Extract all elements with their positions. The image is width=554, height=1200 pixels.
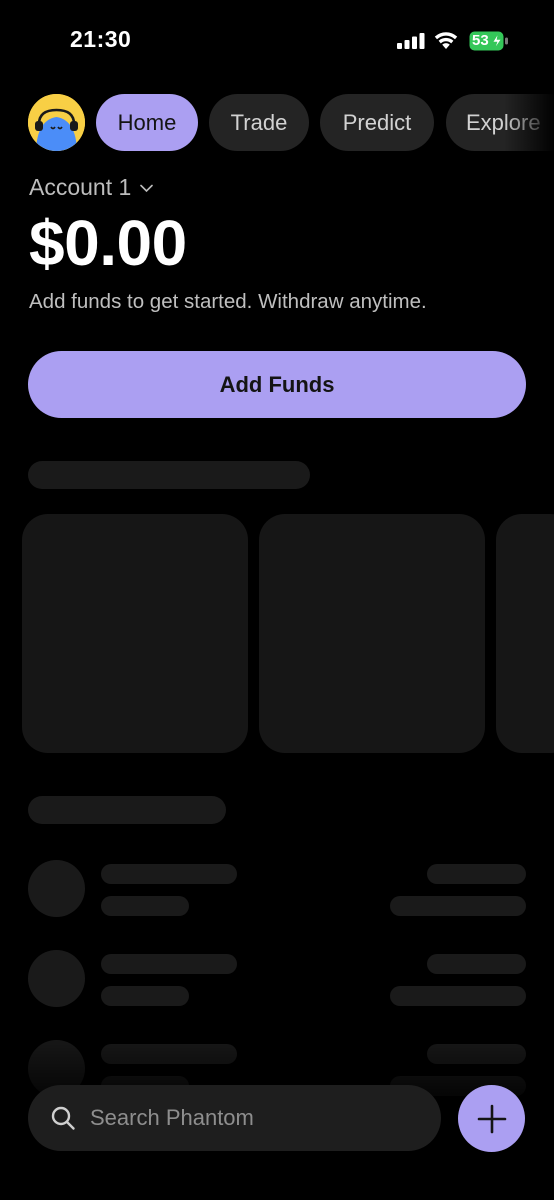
avatar-face-icon bbox=[28, 94, 85, 151]
skeleton-line bbox=[427, 864, 526, 884]
battery-level: 53 bbox=[472, 32, 489, 49]
plus-icon bbox=[477, 1104, 506, 1133]
account-selector[interactable]: Account 1 bbox=[29, 174, 154, 201]
search-input[interactable] bbox=[90, 1105, 420, 1131]
signal-icon bbox=[397, 33, 425, 49]
skeleton-line bbox=[101, 954, 237, 974]
chevron-down-icon bbox=[140, 184, 154, 193]
status-time: 21:30 bbox=[70, 26, 132, 52]
tab-home[interactable]: Home bbox=[96, 94, 198, 151]
battery-charging-icon: 53 bbox=[469, 31, 509, 51]
wifi-icon bbox=[434, 32, 458, 49]
tab-label: Home bbox=[117, 109, 177, 135]
account-name: Account 1 bbox=[29, 174, 132, 200]
skeleton-line bbox=[101, 864, 237, 884]
skeleton-card bbox=[496, 514, 554, 753]
skeleton-card bbox=[22, 514, 248, 753]
skeleton-line bbox=[390, 896, 526, 916]
skeleton-heading bbox=[28, 461, 310, 489]
skeleton-line bbox=[427, 954, 526, 974]
skeleton-avatar bbox=[28, 950, 85, 1007]
skeleton-card bbox=[259, 514, 485, 753]
tab-label: Trade bbox=[230, 109, 288, 135]
tab-label: Explore bbox=[466, 109, 541, 135]
home-screen: 21:30 53 Home Trade Predict Explore Acco… bbox=[0, 0, 554, 1200]
skeleton-line bbox=[390, 986, 526, 1006]
top-nav: Home Trade Predict Explore bbox=[28, 94, 554, 151]
balance: $0.00 bbox=[29, 207, 187, 279]
search-icon bbox=[51, 1106, 75, 1130]
tab-predict[interactable]: Predict bbox=[320, 94, 434, 151]
avatar[interactable] bbox=[28, 94, 85, 151]
tab-explore[interactable]: Explore bbox=[446, 94, 554, 151]
skeleton-heading bbox=[28, 796, 226, 824]
skeleton-line bbox=[101, 896, 189, 916]
add-button[interactable] bbox=[458, 1085, 525, 1152]
add-funds-button[interactable]: Add Funds bbox=[28, 351, 526, 418]
skeleton-line bbox=[101, 986, 189, 1006]
tab-label: Predict bbox=[342, 109, 412, 135]
skeleton-avatar bbox=[28, 860, 85, 917]
tab-trade[interactable]: Trade bbox=[209, 94, 309, 151]
search-bar[interactable] bbox=[28, 1085, 441, 1151]
balance-subtitle: Add funds to get started. Withdraw anyti… bbox=[29, 290, 427, 313]
status-bar: 21:30 53 bbox=[0, 0, 554, 80]
